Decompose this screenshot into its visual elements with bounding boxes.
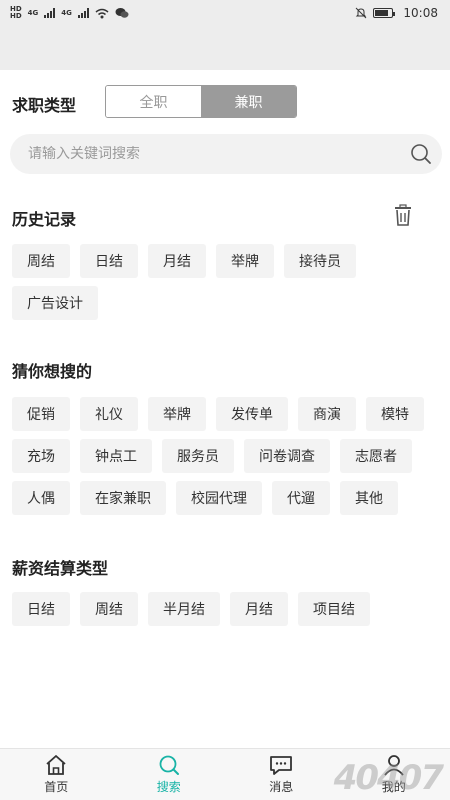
guess-tag[interactable]: 礼仪 <box>80 397 138 431</box>
history-tag[interactable]: 周结 <box>12 244 70 278</box>
guess-tag[interactable]: 校园代理 <box>176 481 262 515</box>
guess-tag[interactable]: 志愿者 <box>340 439 412 473</box>
history-tag[interactable]: 日结 <box>80 244 138 278</box>
history-tag-list: 周结 日结 月结 举牌 接待员广告设计 <box>12 244 442 320</box>
network-type-2: 4G <box>61 8 72 17</box>
guess-title: 猜你想搜的 <box>12 362 93 381</box>
tab-messages[interactable]: 消息 <box>225 749 338 800</box>
network-type-1: 4G <box>27 8 39 17</box>
tab-search[interactable]: 搜索 <box>113 749 226 800</box>
status-left: HD HD 4G 4G <box>10 6 129 20</box>
trash-icon[interactable] <box>393 204 413 226</box>
job-type-toggle: 全职 兼职 <box>105 85 297 118</box>
salary-tag[interactable]: 周结 <box>80 592 138 626</box>
history-tag[interactable]: 广告设计 <box>12 286 98 320</box>
salary-tag[interactable]: 半月结 <box>148 592 220 626</box>
mute-icon <box>356 7 367 19</box>
job-type-parttime-option[interactable]: 兼职 <box>201 86 296 117</box>
tab-home-label: 首页 <box>44 780 69 794</box>
home-icon <box>46 755 66 775</box>
salary-tag-list: 日结 周结 半月结 月结 项目结 <box>12 592 442 626</box>
tab-home[interactable]: 首页 <box>0 749 113 800</box>
job-type-fulltime-option[interactable]: 全职 <box>106 86 201 117</box>
search-icon <box>159 755 179 775</box>
guess-tag[interactable]: 代遛 <box>272 481 330 515</box>
history-tag[interactable]: 接待员 <box>284 244 356 278</box>
guess-tag[interactable]: 在家兼职 <box>80 481 166 515</box>
sim-hd-icon: HD HD <box>10 5 22 20</box>
history-tag[interactable]: 月结 <box>148 244 206 278</box>
search-icon[interactable] <box>410 143 432 165</box>
guess-tag[interactable]: 充场 <box>12 439 70 473</box>
guess-tag[interactable]: 问卷调查 <box>244 439 330 473</box>
tab-messages-label: 消息 <box>269 780 294 794</box>
guess-tag-list: 促销 礼仪 举牌 发传单 商演 模特充场 钟点工 服务员 问卷调查 志愿者人偶 在家兼职 校园代理 代遛… <box>12 397 442 515</box>
history-tag[interactable]: 举牌 <box>216 244 274 278</box>
tab-search-label: 搜索 <box>156 780 181 794</box>
tab-profile-label: 我的 <box>381 780 406 794</box>
battery-icon <box>373 8 396 18</box>
guess-tag[interactable]: 举牌 <box>148 397 206 431</box>
guess-tag[interactable]: 发传单 <box>216 397 288 431</box>
guess-tag[interactable]: 人偶 <box>12 481 70 515</box>
search-bar <box>10 134 442 174</box>
top-bar <box>0 26 450 70</box>
bottom-tab-bar: 首页 搜索 消息 我的 <box>0 748 450 800</box>
wifi-icon <box>95 8 109 18</box>
clock: 10:08 <box>403 6 438 20</box>
salary-tag[interactable]: 日结 <box>12 592 70 626</box>
search-input[interactable] <box>28 146 410 162</box>
status-right: 10:08 <box>355 6 438 20</box>
status-bar: HD HD 4G 4G 10:08 <box>0 0 450 26</box>
salary-type-title: 薪资结算类型 <box>12 559 109 578</box>
signal-icon-2 <box>77 8 89 18</box>
guess-tag[interactable]: 模特 <box>366 397 424 431</box>
tab-profile[interactable]: 我的 <box>338 749 450 800</box>
wechat-icon <box>115 8 129 18</box>
guess-tag[interactable]: 其他 <box>340 481 398 515</box>
user-icon <box>384 755 404 776</box>
salary-tag[interactable]: 项目结 <box>298 592 370 626</box>
salary-tag[interactable]: 月结 <box>230 592 288 626</box>
guess-tag[interactable]: 钟点工 <box>80 439 152 473</box>
guess-tag[interactable]: 促销 <box>12 397 70 431</box>
job-type-label: 求职类型 <box>12 96 77 115</box>
guess-tag[interactable]: 服务员 <box>162 439 234 473</box>
guess-tag[interactable]: 商演 <box>298 397 356 431</box>
signal-icon <box>44 8 56 18</box>
history-title: 历史记录 <box>12 210 77 229</box>
message-icon <box>270 756 293 775</box>
